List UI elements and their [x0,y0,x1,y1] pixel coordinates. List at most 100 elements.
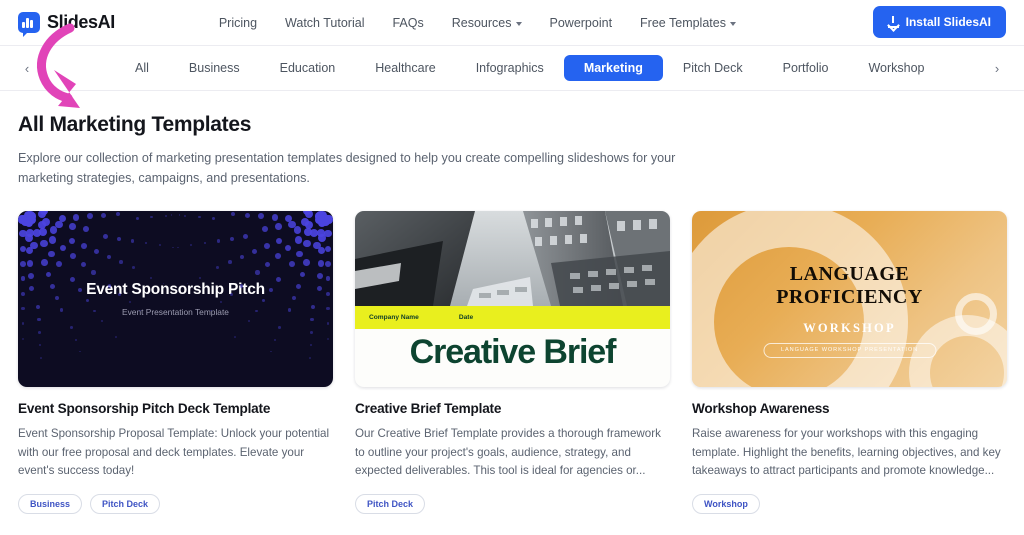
thumbnail-headline-line1: LANGUAGE [789,262,910,285]
decorative-dot [41,259,48,266]
building-photo [355,210,670,306]
decorative-dot [70,253,76,260]
tag-workshop[interactable]: Workshop [692,494,760,515]
thumbnail-subhead: Event Presentation Template [122,306,229,317]
template-card[interactable]: LANGUAGE PROFICIENCY WORKSHOP LANGUAGE W… [692,210,1007,515]
decorative-dot [106,254,111,259]
nav-links: Pricing Watch Tutorial FAQs Resources Po… [205,10,750,36]
decorative-dot [255,270,260,275]
decorative-dot [198,277,201,280]
decorative-dot [59,308,63,312]
category-tab-portfolio[interactable]: Portfolio [763,55,849,81]
decorative-dot [70,326,73,329]
decorative-dot [172,246,174,249]
decorative-dot [101,320,104,323]
template-thumbnail-creative-brief[interactable]: Company Name Date Creative Brief [355,210,670,387]
template-card[interactable]: Event Sponsorship Pitch Event Presentati… [18,210,333,515]
template-card-grid: Event Sponsorship Pitch Event Presentati… [0,189,1024,515]
nav-item-free-templates[interactable]: Free Templates [626,10,750,36]
decorative-dot [293,226,301,234]
decorative-dot [210,309,212,312]
card-description: Event Sponsorship Proposal Template: Unl… [18,426,330,478]
decorative-dot [22,337,24,340]
decorative-dot [239,284,244,288]
nav-item-resources[interactable]: Resources [438,10,536,36]
category-tab-healthcare[interactable]: Healthcare [355,55,455,81]
decorative-dot [26,260,34,267]
install-slidesai-button[interactable]: Install SlidesAI [872,6,1006,38]
decorative-dot [251,248,257,254]
decorative-dot [299,271,306,278]
card-tags: Pitch Deck [355,494,670,515]
decorative-dot [177,246,179,249]
decorative-dot [114,336,117,338]
decorative-dot [309,356,311,359]
category-tab-bar: ‹ All Business Education Healthcare Info… [0,45,1024,91]
category-tab-all[interactable]: All [115,55,169,81]
decorative-dot [37,317,41,322]
thumbnail-pill-label: LANGUAGE WORKSHOP PRESENTATION [762,342,937,358]
chevron-right-icon[interactable]: › [984,46,1010,90]
decorative-dot [130,239,135,243]
category-tab-business[interactable]: Business [169,55,260,81]
decorative-dot [54,296,60,301]
tag-pitch-deck[interactable]: Pitch Deck [90,494,161,515]
tag-pitch-deck[interactable]: Pitch Deck [355,494,426,515]
category-tab-education[interactable]: Education [260,55,356,81]
chevron-left-icon[interactable]: ‹ [14,61,40,76]
decorative-dot [87,213,93,220]
decorative-dot [313,241,321,249]
decorative-dot [289,261,295,268]
decorative-dot [228,260,232,264]
tag-business[interactable]: Business [18,494,83,515]
category-tab-pitch-deck[interactable]: Pitch Deck [663,55,763,81]
decorative-dot [275,253,281,260]
template-card[interactable]: Company Name Date Creative Brief Creativ… [355,210,670,515]
thumbnail-date-label: Date [458,313,474,321]
decorative-dot [144,241,148,245]
decorative-dot [216,239,221,243]
thumbnail-headline: Event Sponsorship Pitch [86,280,265,298]
page-root: SlidesAI Pricing Watch Tutorial FAQs Res… [0,0,1024,535]
card-description: Our Creative Brief Template provides a t… [355,426,661,478]
decorative-dot [303,259,310,266]
decorative-dot [275,223,282,230]
category-tab-workshop[interactable]: Workshop [848,55,944,81]
nav-item-faqs[interactable]: FAQs [378,10,437,36]
decorative-dot [79,350,81,353]
decorative-dot [278,326,281,329]
decorative-dot [317,273,324,279]
nav-item-watch-tutorial[interactable]: Watch Tutorial [271,10,378,36]
decorative-dot [310,317,314,322]
nav-item-label: Pricing [218,15,258,30]
decorative-dot [220,301,223,304]
decorative-dot [103,234,109,240]
decorative-dot [69,223,76,230]
decorative-dot [135,216,140,220]
category-tab-marketing[interactable]: Marketing [563,55,663,81]
decorative-dot [21,322,25,326]
decorative-dot [325,260,331,267]
decorative-dot [164,214,167,217]
nav-item-powerpoint[interactable]: Powerpoint [536,10,627,36]
decorative-dot [234,336,237,338]
nav-item-label: Resources [451,15,512,30]
template-thumbnail-event-sponsorship[interactable]: Event Sponsorship Pitch Event Presentati… [18,210,333,387]
decorative-dot [19,230,27,238]
decorative-dot [85,298,90,303]
chevron-down-icon [515,21,522,26]
card-description: Raise awareness for your workshops with … [692,426,1001,478]
nav-item-pricing[interactable]: Pricing [205,10,271,36]
decorative-dot [296,250,303,258]
decorative-dot [324,245,332,252]
decorative-dot [150,215,153,219]
brand-name: SlidesAI [47,12,115,32]
decorative-dot [270,350,272,353]
category-tab-infographics[interactable]: Infographics [456,55,564,81]
decorative-dot [190,244,193,247]
template-thumbnail-workshop-awareness[interactable]: LANGUAGE PROFICIENCY WORKSHOP LANGUAGE W… [692,210,1007,387]
brand-logo[interactable]: SlidesAI [18,12,115,37]
card-tags: Workshop [692,494,1007,515]
decorative-dot [261,298,266,303]
decorative-dot [211,216,215,220]
